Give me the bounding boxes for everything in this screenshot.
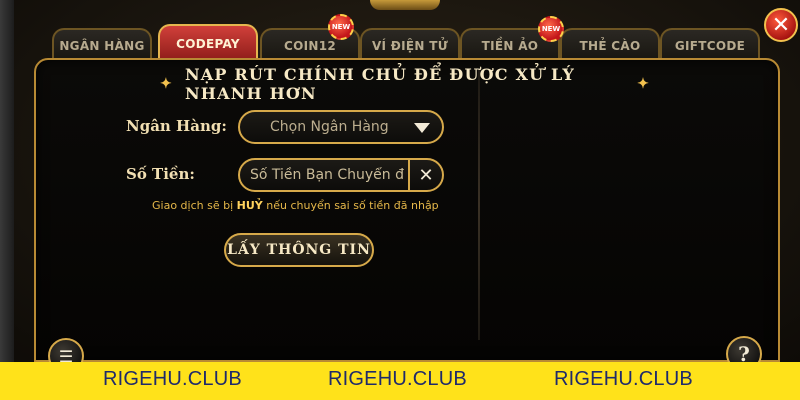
- clear-amount-button[interactable]: ✕: [408, 160, 442, 190]
- tab-giftcode[interactable]: GIFTCODE: [660, 28, 760, 62]
- get-info-button-label: LẤY THÔNG TIN: [227, 242, 371, 258]
- left-edge-decoration: [0, 0, 14, 362]
- tab-codepay[interactable]: CODEPAY: [158, 24, 258, 62]
- warning-prefix: Giao dịch sẽ bị: [152, 199, 237, 212]
- panel-title: ✦ NẠP RÚT CHÍNH CHỦ ĐỂ ĐƯỢC XỬ LÝ NHANH …: [160, 65, 650, 103]
- warning-text: Giao dịch sẽ bị HUỶ nếu chuyển sai số ti…: [152, 199, 452, 212]
- amount-field: ✕: [238, 158, 444, 192]
- amount-label: Số Tiền:: [126, 165, 195, 183]
- close-button[interactable]: ✕: [764, 8, 798, 42]
- tab-vi-dien-tu[interactable]: VÍ ĐIỆN TỬ: [360, 28, 460, 62]
- tab-label: TIỀN ẢO: [481, 39, 539, 53]
- bank-select-value: Chọn Ngân Hàng: [270, 119, 389, 135]
- tab-label: NGÂN HÀNG: [59, 39, 145, 53]
- tab-label: GIFTCODE: [674, 39, 746, 53]
- tab-the-cao[interactable]: THẺ CÀO: [560, 28, 660, 62]
- new-badge-icon: NEW: [538, 16, 564, 42]
- watermark-text: RIGEHU.CLUB: [554, 368, 693, 390]
- tab-label: VÍ ĐIỆN TỬ: [371, 39, 449, 53]
- close-icon: ✕: [418, 164, 434, 186]
- bank-label: Ngân Hàng:: [126, 117, 227, 135]
- tab-label: COIN12: [283, 39, 336, 53]
- panel-title-text: NẠP RÚT CHÍNH CHỦ ĐỂ ĐƯỢC XỬ LÝ NHANH HƠ…: [184, 65, 576, 103]
- watermark-bar: RIGEHU.CLUB RIGEHU.CLUB RIGEHU.CLUB: [0, 362, 800, 400]
- star-icon: ✦: [160, 76, 173, 92]
- new-badge-icon: NEW: [328, 14, 354, 40]
- amount-input[interactable]: [250, 167, 410, 183]
- watermark-text: RIGEHU.CLUB: [328, 368, 467, 390]
- chevron-down-icon: [414, 123, 430, 133]
- bank-select[interactable]: Chọn Ngân Hàng: [238, 110, 444, 144]
- tab-label: THẺ CÀO: [579, 39, 641, 53]
- tab-strip: NGÂN HÀNG CODEPAY COIN12 VÍ ĐIỆN TỬ TIỀN…: [40, 14, 780, 62]
- tab-label: CODEPAY: [176, 37, 240, 51]
- panel-divider: [478, 70, 480, 340]
- get-info-button[interactable]: LẤY THÔNG TIN: [224, 233, 374, 267]
- top-ornament: [370, 0, 440, 10]
- tab-ngan-hang[interactable]: NGÂN HÀNG: [52, 28, 152, 62]
- star-icon: ✦: [637, 76, 650, 92]
- badge-label: NEW: [331, 23, 351, 31]
- badge-label: NEW: [541, 25, 561, 33]
- watermark-text: RIGEHU.CLUB: [103, 368, 242, 390]
- warning-emphasis: HUỶ: [236, 199, 263, 212]
- warning-suffix: nếu chuyển sai số tiền đã nhập: [262, 199, 439, 212]
- close-icon: ✕: [771, 12, 791, 38]
